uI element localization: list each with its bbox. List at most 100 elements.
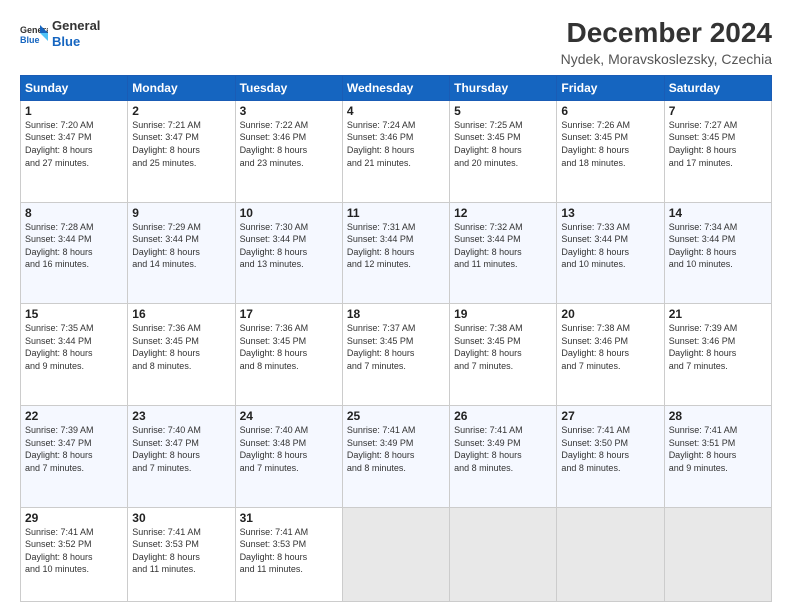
- day-number: 17: [240, 307, 338, 321]
- day-number: 24: [240, 409, 338, 423]
- calendar-cell: 27Sunrise: 7:41 AM Sunset: 3:50 PM Dayli…: [557, 405, 664, 507]
- day-number: 27: [561, 409, 659, 423]
- day-number: 16: [132, 307, 230, 321]
- main-title: December 2024: [561, 18, 772, 49]
- day-info: Sunrise: 7:34 AM Sunset: 3:44 PM Dayligh…: [669, 221, 767, 271]
- calendar-cell: 2Sunrise: 7:21 AM Sunset: 3:47 PM Daylig…: [128, 100, 235, 202]
- day-number: 30: [132, 511, 230, 525]
- day-number: 26: [454, 409, 552, 423]
- calendar-cell: 28Sunrise: 7:41 AM Sunset: 3:51 PM Dayli…: [664, 405, 771, 507]
- day-number: 10: [240, 206, 338, 220]
- day-number: 13: [561, 206, 659, 220]
- calendar-cell: [557, 507, 664, 601]
- calendar-day-header: Tuesday: [235, 75, 342, 100]
- day-info: Sunrise: 7:29 AM Sunset: 3:44 PM Dayligh…: [132, 221, 230, 271]
- day-info: Sunrise: 7:39 AM Sunset: 3:47 PM Dayligh…: [25, 424, 123, 474]
- calendar-cell: 12Sunrise: 7:32 AM Sunset: 3:44 PM Dayli…: [450, 202, 557, 304]
- day-info: Sunrise: 7:41 AM Sunset: 3:53 PM Dayligh…: [240, 526, 338, 576]
- calendar-day-header: Friday: [557, 75, 664, 100]
- day-number: 15: [25, 307, 123, 321]
- calendar-day-header: Sunday: [21, 75, 128, 100]
- calendar-day-header: Monday: [128, 75, 235, 100]
- calendar-cell: 10Sunrise: 7:30 AM Sunset: 3:44 PM Dayli…: [235, 202, 342, 304]
- day-info: Sunrise: 7:26 AM Sunset: 3:45 PM Dayligh…: [561, 119, 659, 169]
- calendar-cell: 18Sunrise: 7:37 AM Sunset: 3:45 PM Dayli…: [342, 304, 449, 406]
- calendar-cell: 14Sunrise: 7:34 AM Sunset: 3:44 PM Dayli…: [664, 202, 771, 304]
- calendar-cell: 26Sunrise: 7:41 AM Sunset: 3:49 PM Dayli…: [450, 405, 557, 507]
- day-info: Sunrise: 7:41 AM Sunset: 3:50 PM Dayligh…: [561, 424, 659, 474]
- day-number: 22: [25, 409, 123, 423]
- day-info: Sunrise: 7:36 AM Sunset: 3:45 PM Dayligh…: [132, 322, 230, 372]
- day-info: Sunrise: 7:38 AM Sunset: 3:46 PM Dayligh…: [561, 322, 659, 372]
- day-info: Sunrise: 7:32 AM Sunset: 3:44 PM Dayligh…: [454, 221, 552, 271]
- day-info: Sunrise: 7:40 AM Sunset: 3:47 PM Dayligh…: [132, 424, 230, 474]
- calendar-cell: 3Sunrise: 7:22 AM Sunset: 3:46 PM Daylig…: [235, 100, 342, 202]
- calendar-table: SundayMondayTuesdayWednesdayThursdayFrid…: [20, 75, 772, 602]
- calendar-cell: 16Sunrise: 7:36 AM Sunset: 3:45 PM Dayli…: [128, 304, 235, 406]
- day-number: 1: [25, 104, 123, 118]
- calendar-cell: 31Sunrise: 7:41 AM Sunset: 3:53 PM Dayli…: [235, 507, 342, 601]
- day-info: Sunrise: 7:41 AM Sunset: 3:53 PM Dayligh…: [132, 526, 230, 576]
- calendar-cell: 29Sunrise: 7:41 AM Sunset: 3:52 PM Dayli…: [21, 507, 128, 601]
- calendar-cell: 21Sunrise: 7:39 AM Sunset: 3:46 PM Dayli…: [664, 304, 771, 406]
- calendar-day-header: Saturday: [664, 75, 771, 100]
- day-number: 5: [454, 104, 552, 118]
- day-number: 29: [25, 511, 123, 525]
- calendar-cell: 8Sunrise: 7:28 AM Sunset: 3:44 PM Daylig…: [21, 202, 128, 304]
- day-number: 11: [347, 206, 445, 220]
- day-number: 20: [561, 307, 659, 321]
- day-number: 9: [132, 206, 230, 220]
- day-number: 12: [454, 206, 552, 220]
- day-info: Sunrise: 7:38 AM Sunset: 3:45 PM Dayligh…: [454, 322, 552, 372]
- day-number: 8: [25, 206, 123, 220]
- day-info: Sunrise: 7:40 AM Sunset: 3:48 PM Dayligh…: [240, 424, 338, 474]
- day-info: Sunrise: 7:30 AM Sunset: 3:44 PM Dayligh…: [240, 221, 338, 271]
- day-info: Sunrise: 7:25 AM Sunset: 3:45 PM Dayligh…: [454, 119, 552, 169]
- day-number: 23: [132, 409, 230, 423]
- calendar-week-row: 15Sunrise: 7:35 AM Sunset: 3:44 PM Dayli…: [21, 304, 772, 406]
- day-number: 21: [669, 307, 767, 321]
- day-info: Sunrise: 7:27 AM Sunset: 3:45 PM Dayligh…: [669, 119, 767, 169]
- day-number: 7: [669, 104, 767, 118]
- day-info: Sunrise: 7:37 AM Sunset: 3:45 PM Dayligh…: [347, 322, 445, 372]
- svg-text:Blue: Blue: [20, 35, 40, 45]
- calendar-cell: 25Sunrise: 7:41 AM Sunset: 3:49 PM Dayli…: [342, 405, 449, 507]
- calendar-cell: 15Sunrise: 7:35 AM Sunset: 3:44 PM Dayli…: [21, 304, 128, 406]
- day-number: 2: [132, 104, 230, 118]
- day-number: 25: [347, 409, 445, 423]
- calendar-cell: 17Sunrise: 7:36 AM Sunset: 3:45 PM Dayli…: [235, 304, 342, 406]
- calendar-week-row: 1Sunrise: 7:20 AM Sunset: 3:47 PM Daylig…: [21, 100, 772, 202]
- page: General Blue General Blue December 2024 …: [0, 0, 792, 612]
- day-info: Sunrise: 7:35 AM Sunset: 3:44 PM Dayligh…: [25, 322, 123, 372]
- calendar-cell: 9Sunrise: 7:29 AM Sunset: 3:44 PM Daylig…: [128, 202, 235, 304]
- day-number: 4: [347, 104, 445, 118]
- day-info: Sunrise: 7:39 AM Sunset: 3:46 PM Dayligh…: [669, 322, 767, 372]
- day-info: Sunrise: 7:20 AM Sunset: 3:47 PM Dayligh…: [25, 119, 123, 169]
- day-info: Sunrise: 7:21 AM Sunset: 3:47 PM Dayligh…: [132, 119, 230, 169]
- calendar-cell: 5Sunrise: 7:25 AM Sunset: 3:45 PM Daylig…: [450, 100, 557, 202]
- calendar-cell: [450, 507, 557, 601]
- day-info: Sunrise: 7:36 AM Sunset: 3:45 PM Dayligh…: [240, 322, 338, 372]
- logo: General Blue General Blue: [20, 18, 100, 49]
- logo-icon: General Blue: [20, 23, 48, 45]
- title-block: December 2024 Nydek, Moravskoslezsky, Cz…: [561, 18, 772, 67]
- calendar-cell: 1Sunrise: 7:20 AM Sunset: 3:47 PM Daylig…: [21, 100, 128, 202]
- day-info: Sunrise: 7:33 AM Sunset: 3:44 PM Dayligh…: [561, 221, 659, 271]
- day-info: Sunrise: 7:41 AM Sunset: 3:52 PM Dayligh…: [25, 526, 123, 576]
- day-number: 14: [669, 206, 767, 220]
- day-number: 3: [240, 104, 338, 118]
- subtitle: Nydek, Moravskoslezsky, Czechia: [561, 51, 772, 67]
- calendar-day-header: Thursday: [450, 75, 557, 100]
- calendar-cell: 22Sunrise: 7:39 AM Sunset: 3:47 PM Dayli…: [21, 405, 128, 507]
- day-number: 19: [454, 307, 552, 321]
- calendar-cell: 20Sunrise: 7:38 AM Sunset: 3:46 PM Dayli…: [557, 304, 664, 406]
- day-number: 18: [347, 307, 445, 321]
- day-info: Sunrise: 7:28 AM Sunset: 3:44 PM Dayligh…: [25, 221, 123, 271]
- calendar-header-row: SundayMondayTuesdayWednesdayThursdayFrid…: [21, 75, 772, 100]
- calendar-week-row: 8Sunrise: 7:28 AM Sunset: 3:44 PM Daylig…: [21, 202, 772, 304]
- calendar-cell: 23Sunrise: 7:40 AM Sunset: 3:47 PM Dayli…: [128, 405, 235, 507]
- day-info: Sunrise: 7:31 AM Sunset: 3:44 PM Dayligh…: [347, 221, 445, 271]
- calendar-cell: 19Sunrise: 7:38 AM Sunset: 3:45 PM Dayli…: [450, 304, 557, 406]
- day-number: 31: [240, 511, 338, 525]
- calendar-cell: 30Sunrise: 7:41 AM Sunset: 3:53 PM Dayli…: [128, 507, 235, 601]
